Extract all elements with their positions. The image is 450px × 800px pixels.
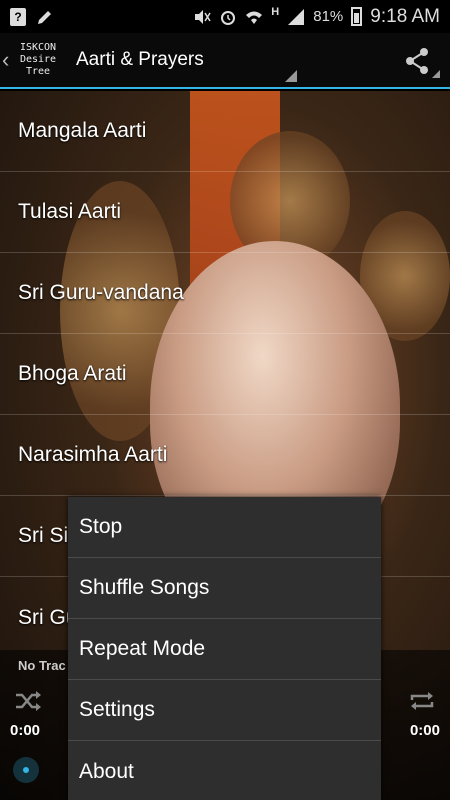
list-item-label: Sri Si <box>18 524 69 547</box>
battery-icon <box>351 7 363 26</box>
list-item-label: Mangala Aarti <box>18 119 147 142</box>
list-item-label: Tulasi Aarti <box>18 200 122 223</box>
list-item[interactable]: Mangala Aarti <box>0 91 450 172</box>
logo-line: ISKCON <box>19 42 57 53</box>
menu-item-stop[interactable]: Stop <box>68 497 381 558</box>
list-item[interactable]: Tulasi Aarti <box>0 172 450 253</box>
menu-item-repeat-mode[interactable]: Repeat Mode <box>68 619 381 680</box>
action-bar: ‹ ISKCON Desire Tree Aarti & Prayers <box>0 33 450 89</box>
track-title: No Trac <box>18 658 66 673</box>
menu-item-shuffle-songs[interactable]: Shuffle Songs <box>68 558 381 619</box>
seek-slider-thumb[interactable] <box>13 757 39 783</box>
overflow-menu: Stop Shuffle Songs Repeat Mode Settings … <box>68 497 381 800</box>
wifi-icon <box>246 11 263 24</box>
shuffle-icon[interactable] <box>14 690 42 712</box>
list-item-label: Bhoga Arati <box>18 362 127 385</box>
menu-item-label: Stop <box>79 515 123 538</box>
repeat-icon[interactable] <box>408 690 436 712</box>
h-network-icon: H <box>271 5 280 18</box>
clock: 9:18 AM <box>370 5 440 27</box>
list-item[interactable]: Sri Guru-vandana <box>0 253 450 334</box>
menu-item-about[interactable]: About <box>68 741 381 800</box>
share-icon[interactable] <box>402 46 432 76</box>
logo-line: Desire <box>19 54 57 65</box>
elapsed-time: 0:00 <box>10 722 41 739</box>
dropdown-indicator-icon <box>285 70 297 82</box>
alarm-icon <box>221 10 236 25</box>
app-logo[interactable]: ISKCON Desire Tree <box>14 42 62 78</box>
logo-line: Tree <box>25 66 51 77</box>
list-item[interactable]: Bhoga Arati <box>0 334 450 415</box>
status-bar: ? H 81% 9:18 AM <box>0 0 450 33</box>
battery-percent: 81% <box>313 8 344 25</box>
page-title[interactable]: Aarti & Prayers <box>76 49 204 71</box>
help-box-icon: ? <box>10 7 26 26</box>
signal-icon <box>288 8 305 25</box>
menu-item-label: Shuffle Songs <box>79 576 210 599</box>
mute-icon <box>195 9 211 24</box>
menu-item-label: About <box>79 759 134 783</box>
share-overflow-indicator-icon <box>432 70 440 78</box>
menu-item-settings[interactable]: Settings <box>68 680 381 741</box>
list-item-label: Sri Guru-vandana <box>18 281 184 304</box>
list-item[interactable]: Narasimha Aarti <box>0 415 450 496</box>
total-time: 0:00 <box>409 722 440 739</box>
menu-item-label: Settings <box>79 698 155 721</box>
pencil-icon <box>38 10 51 24</box>
list-item-label: Narasimha Aarti <box>18 443 168 466</box>
up-chevron-icon[interactable]: ‹ <box>2 47 14 73</box>
menu-item-label: Repeat Mode <box>79 637 206 660</box>
